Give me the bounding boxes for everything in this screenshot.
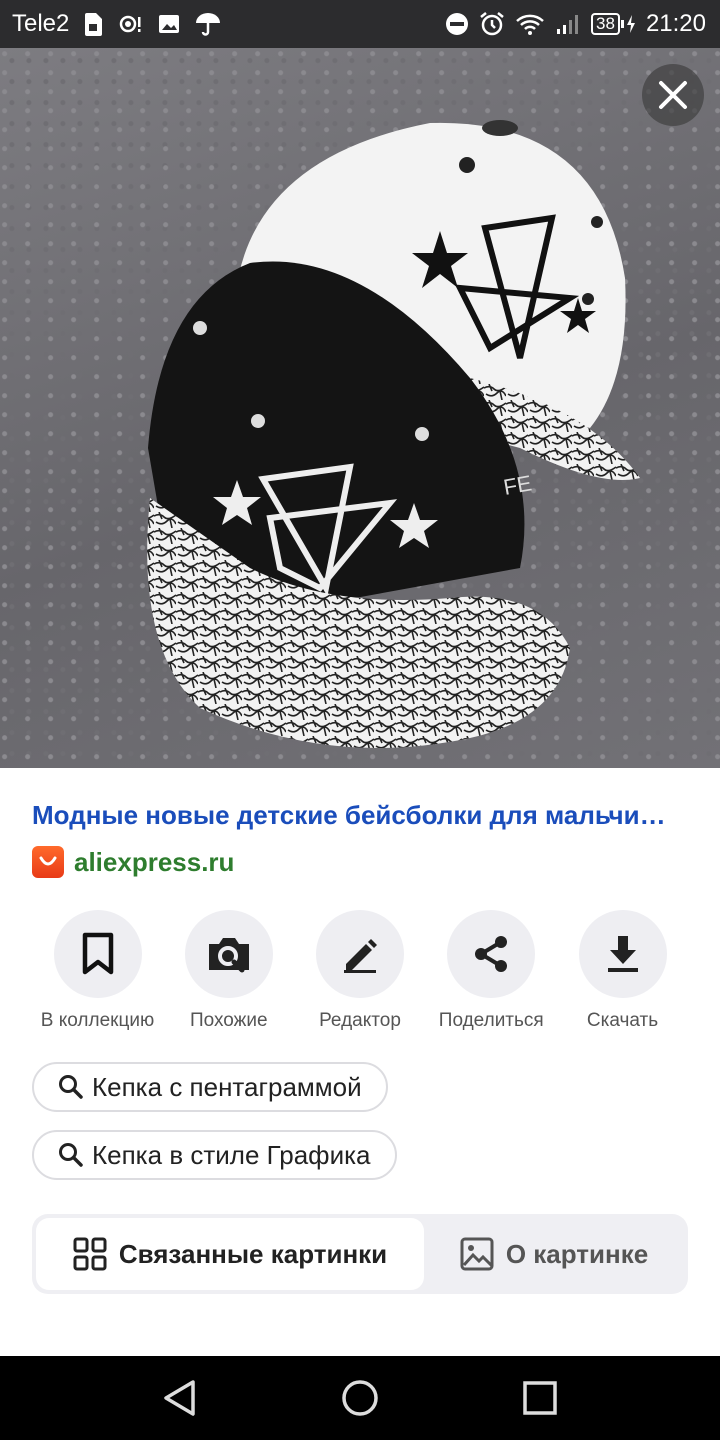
recents-icon (523, 1381, 557, 1415)
action-label: Скачать (586, 1010, 659, 1031)
tab-about-image[interactable]: О картинке (424, 1218, 684, 1290)
tab-label: Связанные картинки (118, 1238, 388, 1269)
battery-level: 38 (591, 13, 620, 35)
clock: 21:20 (645, 10, 706, 37)
home-button[interactable] (338, 1376, 382, 1420)
pencil-icon (344, 939, 377, 973)
navigation-bar (0, 1356, 720, 1440)
status-bar: Tele2 38 21:20 (0, 0, 720, 48)
close-button[interactable] (642, 64, 704, 126)
suggestion-chip-graphic-style[interactable]: Кепка в стиле Графика (32, 1130, 397, 1180)
suggestion-chip-pentagram[interactable]: Кепка с пентаграммой (32, 1062, 388, 1112)
source-link[interactable]: aliexpress.ru (32, 846, 234, 878)
download-button[interactable]: Скачать (557, 910, 688, 1032)
action-label: Похожие (189, 1010, 268, 1031)
umbrella-icon (195, 12, 221, 36)
camera-search-icon (208, 938, 249, 973)
editor-button[interactable]: Редактор (295, 910, 426, 1032)
hotspot-icon (117, 12, 143, 36)
wifi-icon (515, 12, 545, 36)
bookmark-icon (82, 932, 113, 975)
add-to-collection-button[interactable]: В коллекцию (32, 910, 163, 1032)
search-icon (59, 1143, 83, 1167)
gallery-icon (157, 12, 181, 36)
battery-icon: 38 (591, 13, 636, 35)
alarm-icon (479, 11, 505, 37)
tab-related-images[interactable]: Связанные картинки (36, 1218, 424, 1290)
close-icon (659, 81, 687, 109)
do-not-disturb-icon (445, 12, 469, 36)
two-baseball-caps-photo: FE (147, 120, 640, 748)
action-label: Редактор (319, 1010, 401, 1031)
home-icon (342, 1380, 378, 1416)
tab-label: О картинке (505, 1238, 649, 1269)
svg-text:FE: FE (502, 470, 534, 500)
suggestion-text: Кепка в стиле Графика (92, 1139, 371, 1170)
action-label: В коллекцию (40, 1010, 155, 1031)
signal-icon (555, 12, 581, 36)
tab-switcher: Связанные картинки О картинке (32, 1214, 688, 1294)
suggestion-text: Кепка с пентаграммой (92, 1071, 362, 1102)
carrier-name: Tele2 (12, 10, 70, 37)
action-bar: В коллекцию Похожие Редактор Поделиться … (32, 910, 688, 1032)
grid-icon (73, 1237, 107, 1271)
share-button[interactable]: Поделиться (426, 910, 557, 1032)
result-title-link[interactable]: Модные новые детские бейсболки для мальч… (32, 800, 692, 831)
similar-button[interactable]: Похожие (163, 910, 294, 1032)
sim-card-icon (83, 12, 103, 36)
download-icon (607, 936, 638, 972)
back-button[interactable] (158, 1376, 202, 1420)
action-label: Поделиться (438, 1010, 544, 1031)
source-domain: aliexpress.ru (74, 846, 235, 877)
share-icon (475, 936, 508, 972)
image-viewer[interactable]: FE (0, 48, 720, 768)
image-icon (460, 1237, 494, 1271)
recents-button[interactable] (518, 1376, 562, 1420)
search-icon (59, 1075, 83, 1099)
back-icon (164, 1380, 195, 1416)
aliexpress-logo-icon (32, 846, 64, 878)
